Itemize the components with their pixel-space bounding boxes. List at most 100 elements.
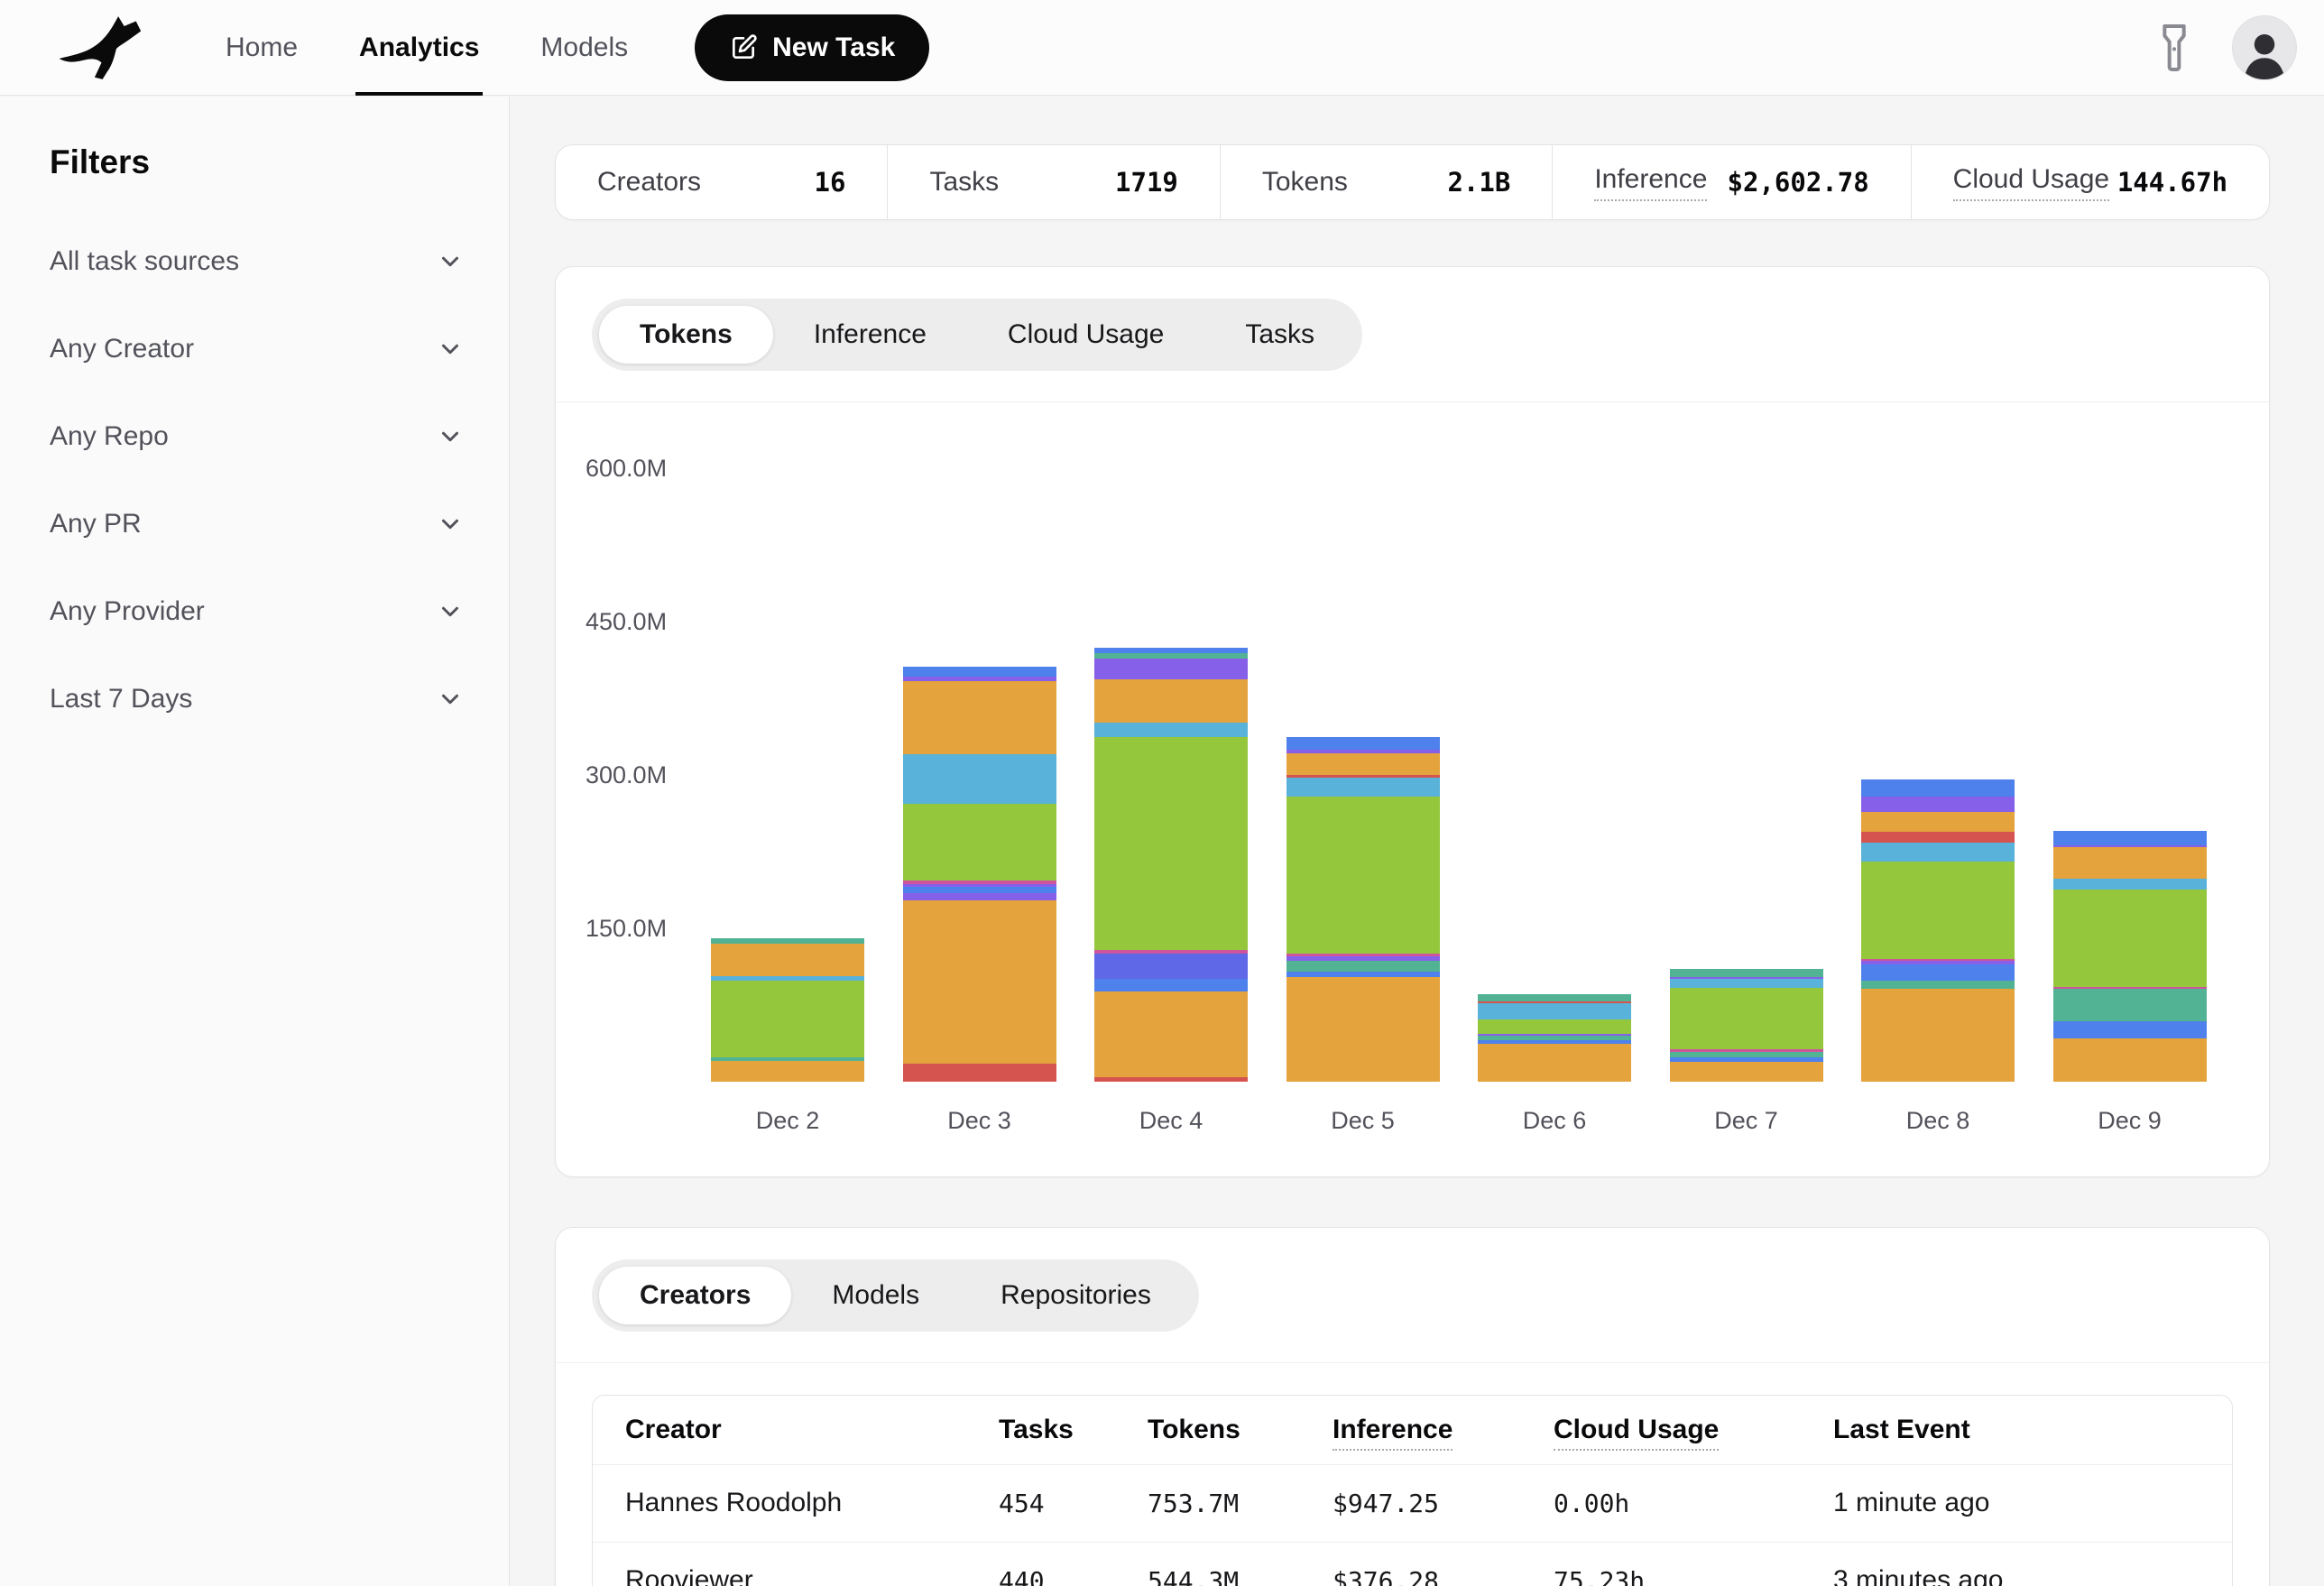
bar-dec-3[interactable] <box>903 667 1056 1082</box>
bar-segment-sky <box>1478 1003 1631 1019</box>
new-task-button[interactable]: New Task <box>695 14 929 81</box>
flashlight-icon[interactable] <box>2154 23 2194 73</box>
bar-segment-violet <box>1094 659 1248 679</box>
bar-segment-orange <box>711 944 864 976</box>
tab-models[interactable]: Models <box>791 1267 960 1324</box>
bar-dec-8[interactable] <box>1861 779 2015 1082</box>
bar-segment-indigo <box>1094 954 1248 979</box>
cell-inference: $376.28 <box>1333 1542 1554 1586</box>
filter-label: Any Provider <box>50 596 205 627</box>
user-avatar[interactable] <box>2232 15 2297 80</box>
bar-segment-blue <box>1861 779 2015 797</box>
bar-segment-blue <box>2053 1021 2207 1038</box>
bar-segment-blue <box>1286 737 1440 750</box>
bar-segment-sky <box>1286 778 1440 798</box>
x-axis-label: Dec 6 <box>1478 1107 1631 1135</box>
col-cloud-usage-label[interactable]: Cloud Usage <box>1554 1415 1719 1451</box>
stat-label: Tokens <box>1262 167 1348 198</box>
filter-pr[interactable]: Any PR <box>0 480 509 567</box>
bar-segment-green <box>711 981 864 1057</box>
summary-stats-bar: Creators 16 Tasks 1719 Tokens 2.1B Infer… <box>555 144 2270 220</box>
cell-tasks: 440 <box>999 1542 1148 1586</box>
filter-date-range[interactable]: Last 7 Days <box>0 655 509 742</box>
bar-segment-sky <box>1861 843 2015 862</box>
filter-label: Any Creator <box>50 334 194 364</box>
cell-creator: Rooviewer <box>593 1542 999 1586</box>
bar-dec-2[interactable] <box>711 938 864 1082</box>
nav-link-models[interactable]: Models <box>510 0 659 96</box>
main-content: Creators 16 Tasks 1719 Tokens 2.1B Infer… <box>511 97 2324 1586</box>
bar-segment-sky <box>1094 723 1248 737</box>
tab-creators[interactable]: Creators <box>599 1267 791 1324</box>
y-axis-label: 150.0M <box>586 914 667 943</box>
tab-inference[interactable]: Inference <box>773 306 967 364</box>
stat-value: 1719 <box>1115 167 1178 198</box>
nav-link-home[interactable]: Home <box>195 0 328 96</box>
bar-segment-blue <box>903 887 1056 893</box>
table-header-row: Creator Tasks Tokens Inference Cloud Usa… <box>593 1396 2232 1464</box>
filter-label: Any Repo <box>50 421 169 452</box>
table-row-creator-2[interactable]: Rooviewer 440 544.3M $376.28 75.23h 3 mi… <box>593 1542 2232 1586</box>
bar-segment-orange <box>2053 1038 2207 1082</box>
stat-tokens: Tokens 2.1B <box>1220 145 1552 219</box>
cell-cloud-usage: 0.00h <box>1554 1464 1833 1542</box>
stat-inference: Inference $2,602.78 <box>1552 145 1910 219</box>
filter-label: All task sources <box>50 246 239 277</box>
bar-segment-teal <box>1670 1052 1823 1058</box>
tab-cloud-usage[interactable]: Cloud Usage <box>967 306 1204 364</box>
filter-list: All task sources Any Creator Any Repo An… <box>0 217 509 742</box>
chart-tab-section: Tokens Inference Cloud Usage Tasks <box>556 267 2269 402</box>
bar-segment-sky <box>903 754 1056 803</box>
bar-segment-blue <box>1861 964 2015 981</box>
col-creator: Creator <box>593 1396 999 1464</box>
chevron-down-icon <box>437 686 464 713</box>
col-tokens: Tokens <box>1148 1396 1333 1464</box>
stat-label-inference[interactable]: Inference <box>1594 164 1707 201</box>
bar-segment-violet <box>903 893 1056 900</box>
filter-label: Last 7 Days <box>50 684 192 715</box>
stat-value: 144.67h <box>2117 167 2227 198</box>
bar-dec-6[interactable] <box>1478 994 1631 1082</box>
top-navbar: Home Analytics Models New Task <box>0 0 2324 96</box>
bar-dec-5[interactable] <box>1286 737 1440 1082</box>
bar-segment-green <box>1094 737 1248 951</box>
nav-link-analytics[interactable]: Analytics <box>328 0 510 96</box>
table-row-creator-1[interactable]: Hannes Roodolph 454 753.7M $947.25 0.00h… <box>593 1464 2232 1542</box>
bar-segment-orange <box>903 681 1056 755</box>
bar-dec-4[interactable] <box>1094 648 1248 1082</box>
bar-dec-9[interactable] <box>2053 831 2207 1082</box>
bar-dec-7[interactable] <box>1670 969 1823 1082</box>
bar-segment-orange <box>1478 1044 1631 1083</box>
bar-segment-green <box>2053 890 2207 987</box>
filter-task-sources[interactable]: All task sources <box>0 217 509 305</box>
bar-segment-green <box>1286 797 1440 953</box>
bar-segment-violet <box>1861 797 2015 812</box>
filter-creator[interactable]: Any Creator <box>0 305 509 392</box>
filter-label: Any PR <box>50 509 142 539</box>
tab-tokens[interactable]: Tokens <box>599 306 773 364</box>
bar-segment-sky <box>2053 879 2207 890</box>
bar-segment-orange <box>1861 812 2015 832</box>
bar-segment-green <box>1670 988 1823 1049</box>
filters-sidebar: Filters All task sources Any Creator Any… <box>0 97 510 1586</box>
bar-segment-red <box>1094 1077 1248 1082</box>
tab-repositories[interactable]: Repositories <box>960 1267 1192 1324</box>
stat-label-cloud-usage[interactable]: Cloud Usage <box>1953 164 2109 201</box>
col-inference-label[interactable]: Inference <box>1333 1415 1452 1451</box>
x-axis-label: Dec 9 <box>2053 1107 2207 1135</box>
filter-repo[interactable]: Any Repo <box>0 392 509 480</box>
stat-value: $2,602.78 <box>1728 167 1869 198</box>
tab-tasks[interactable]: Tasks <box>1204 306 1355 364</box>
y-axis-label: 300.0M <box>586 761 667 789</box>
edit-icon <box>729 33 758 62</box>
bar-segment-green <box>903 804 1056 881</box>
chevron-down-icon <box>437 423 464 450</box>
cell-tokens: 544.3M <box>1148 1542 1333 1586</box>
filter-provider[interactable]: Any Provider <box>0 567 509 655</box>
kangaroo-logo-icon[interactable] <box>56 15 157 80</box>
x-axis-label: Dec 3 <box>903 1107 1056 1135</box>
bar-segment-teal <box>2053 989 2207 1020</box>
x-axis-label: Dec 5 <box>1286 1107 1440 1135</box>
cell-cloud-usage: 75.23h <box>1554 1542 1833 1586</box>
col-inference: Inference <box>1333 1396 1554 1464</box>
